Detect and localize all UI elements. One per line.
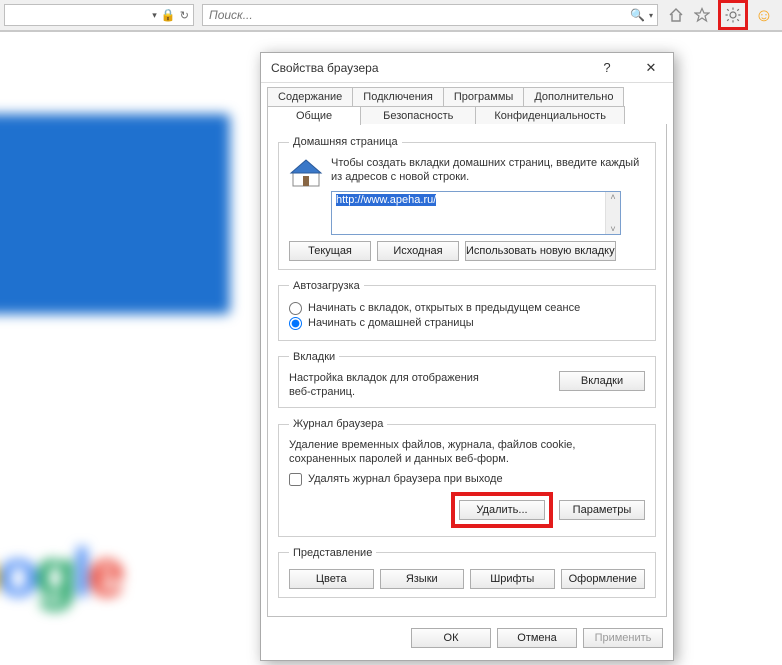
homepage-url-field[interactable]: http://www.apeha.ru/ ˄ ˅ (331, 191, 621, 235)
delete-history-button[interactable]: Удалить... (459, 500, 545, 520)
group-history-legend: Журнал браузера (289, 418, 387, 430)
search-dropdown-icon[interactable]: ▾ (649, 11, 653, 20)
use-current-button[interactable]: Текущая (289, 241, 371, 261)
startup-radio-last-session[interactable] (289, 302, 302, 315)
tab-programs[interactable]: Программы (443, 87, 524, 106)
tab-privacy[interactable]: Конфиденциальность (475, 106, 625, 125)
gear-icon[interactable] (723, 5, 743, 25)
homepage-url-scrollbar[interactable]: ˄ ˅ (605, 192, 620, 234)
dialog-footer: ОК Отмена Применить (261, 618, 673, 660)
startup-label-homepage: Начинать с домашней страницы (308, 317, 474, 329)
dialog-title: Свойства браузера (271, 61, 379, 75)
close-button[interactable]: ✕ (629, 53, 673, 83)
help-button[interactable]: ? (585, 53, 629, 83)
group-tabs: Вкладки Настройка вкладок для отображени… (278, 351, 656, 409)
homepage-url-value: http://www.apeha.ru/ (336, 194, 436, 206)
lock-icon: 🔒 (161, 8, 176, 22)
languages-button[interactable]: Языки (380, 569, 465, 589)
homepage-help-text: Чтобы создать вкладки домашних страниц, … (331, 156, 645, 185)
history-settings-button[interactable]: Параметры (559, 500, 645, 520)
tab-panel-general: Домашняя страница Чтобы создать вкладки … (267, 124, 667, 617)
tab-security[interactable]: Безопасность (360, 106, 476, 125)
scroll-down-icon[interactable]: ˅ (606, 224, 620, 234)
tab-connections[interactable]: Подключения (352, 87, 444, 106)
smiley-icon[interactable]: ☺ (754, 5, 774, 25)
use-default-button[interactable]: Исходная (377, 241, 459, 261)
tab-general[interactable]: Общие (267, 106, 361, 125)
tabs-row-top: Содержание Подключения Программы Дополни… (261, 87, 673, 106)
background-page: oogle (0, 34, 260, 664)
fonts-button[interactable]: Шрифты (470, 569, 555, 589)
settings-highlight (718, 0, 748, 30)
home-page-icon (289, 156, 323, 190)
startup-label-last-session: Начинать с вкладок, открытых в предыдуще… (308, 302, 580, 314)
history-desc: Удаление временных файлов, журнала, файл… (289, 438, 645, 467)
startup-radio-homepage[interactable] (289, 317, 302, 330)
dialog-titlebar: Свойства браузера ? ✕ (261, 53, 673, 83)
group-history: Журнал браузера Удаление временных файло… (278, 418, 656, 537)
reload-icon[interactable]: ↻ (180, 9, 189, 22)
use-new-tab-button[interactable]: Использовать новую вкладку (465, 241, 616, 261)
startup-option-homepage[interactable]: Начинать с домашней страницы (289, 317, 645, 330)
group-homepage-legend: Домашняя страница (289, 136, 402, 148)
favorites-icon[interactable] (692, 5, 712, 25)
group-appearance: Представление Цвета Языки Шрифты Оформле… (278, 547, 656, 598)
tabs-row-bottom: Общие Безопасность Конфиденциальность (261, 106, 673, 125)
internet-options-dialog: Свойства браузера ? ✕ Содержание Подключ… (260, 52, 674, 661)
group-startup-legend: Автозагрузка (289, 280, 364, 292)
home-icon[interactable] (666, 5, 686, 25)
ok-button[interactable]: ОК (411, 628, 491, 648)
delete-on-exit-checkbox[interactable] (289, 473, 302, 486)
colors-button[interactable]: Цвета (289, 569, 374, 589)
address-bar[interactable]: ▾ 🔒 ↻ (4, 4, 194, 26)
search-icon[interactable]: 🔍 (630, 8, 645, 22)
group-appearance-legend: Представление (289, 547, 376, 559)
address-dropdown-icon[interactable]: ▾ (152, 10, 157, 21)
tab-advanced[interactable]: Дополнительно (523, 87, 624, 106)
search-input[interactable] (207, 7, 630, 23)
delete-on-exit-option[interactable]: Удалять журнал браузера при выходе (289, 473, 645, 486)
apply-button[interactable]: Применить (583, 628, 663, 648)
scroll-up-icon[interactable]: ˄ (606, 192, 620, 202)
tab-content[interactable]: Содержание (267, 87, 353, 106)
browser-toolbar: ▾ 🔒 ↻ 🔍 ▾ ☺ (0, 0, 782, 32)
group-startup: Автозагрузка Начинать с вкладок, открыты… (278, 280, 656, 341)
tabs-settings-button[interactable]: Вкладки (559, 371, 645, 391)
group-homepage: Домашняя страница Чтобы создать вкладки … (278, 136, 656, 270)
tabs-desc: Настройка вкладок для отображения веб-ст… (289, 371, 489, 400)
delete-on-exit-label: Удалять журнал браузера при выходе (308, 473, 503, 485)
startup-option-last-session[interactable]: Начинать с вкладок, открытых в предыдуще… (289, 302, 645, 315)
accessibility-button[interactable]: Оформление (561, 569, 646, 589)
cancel-button[interactable]: Отмена (497, 628, 577, 648)
search-box[interactable]: 🔍 ▾ (202, 4, 658, 26)
delete-highlight: Удалить... (451, 492, 553, 528)
group-tabs-legend: Вкладки (289, 351, 339, 363)
